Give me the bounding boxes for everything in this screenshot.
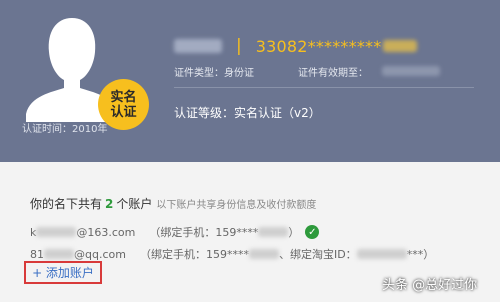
accounts-summary: 你的名下共有 2 个账户 以下账户共享身份信息及收付款额度 — [30, 195, 316, 212]
email-suffix: @qq.com — [74, 247, 126, 261]
cert-level: 认证等级：实名认证（v2） — [174, 106, 321, 120]
masked-phone — [248, 249, 279, 259]
cert-type: 证件类型：身份证 — [174, 68, 254, 79]
masked-phone — [258, 227, 289, 237]
summary-prefix: 你的名下共有 — [30, 197, 103, 211]
divider — [174, 87, 474, 88]
summary-note: 以下账户共享身份信息及收付款额度 — [156, 200, 317, 211]
summary-suffix: 个账户 — [116, 197, 153, 211]
bind-taobao: 、绑定淘宝ID： — [278, 248, 357, 261]
add-account-button[interactable]: + 添加账户 — [24, 261, 102, 284]
masked-name — [174, 39, 222, 53]
id-number: 33082********* — [255, 36, 382, 56]
bind-phone: （绑定手机：159**** — [139, 248, 249, 261]
bind-end: ***） — [406, 248, 435, 261]
profile-header: 实名 认证 认证时间：2010年 | 33082********* 证件类型：身… — [0, 0, 500, 162]
email-suffix: @163.com — [76, 225, 136, 239]
masked-validity — [382, 66, 440, 76]
masked-taobao-id — [356, 249, 407, 259]
separator: | — [236, 36, 242, 56]
cert-validity: 证件有效期至： — [298, 68, 368, 79]
email-prefix: 81 — [30, 247, 44, 261]
masked-id-tail — [383, 40, 418, 52]
masked-email — [36, 227, 77, 237]
cert-time: 认证时间：2010年 — [22, 124, 108, 135]
bind-phone: （绑定手机：159**** — [149, 226, 259, 239]
account-item[interactable]: k @163.com （绑定手机：159**** ） ✓ — [30, 224, 320, 240]
bind-end: ） — [288, 226, 300, 239]
check-icon: ✓ — [305, 225, 320, 239]
avatar: 实名 认证 — [22, 10, 149, 130]
badge-line2: 认证 — [110, 104, 137, 120]
name-row: | 33082********* — [174, 36, 418, 56]
badge-line1: 实名 — [110, 89, 137, 105]
account-count: 2 — [105, 197, 114, 211]
masked-email — [44, 249, 74, 259]
watermark: 头条 @总好过你 — [382, 278, 478, 293]
account-item[interactable]: 81 @qq.com （绑定手机：159**** 、绑定淘宝ID： ***） — [30, 246, 434, 262]
